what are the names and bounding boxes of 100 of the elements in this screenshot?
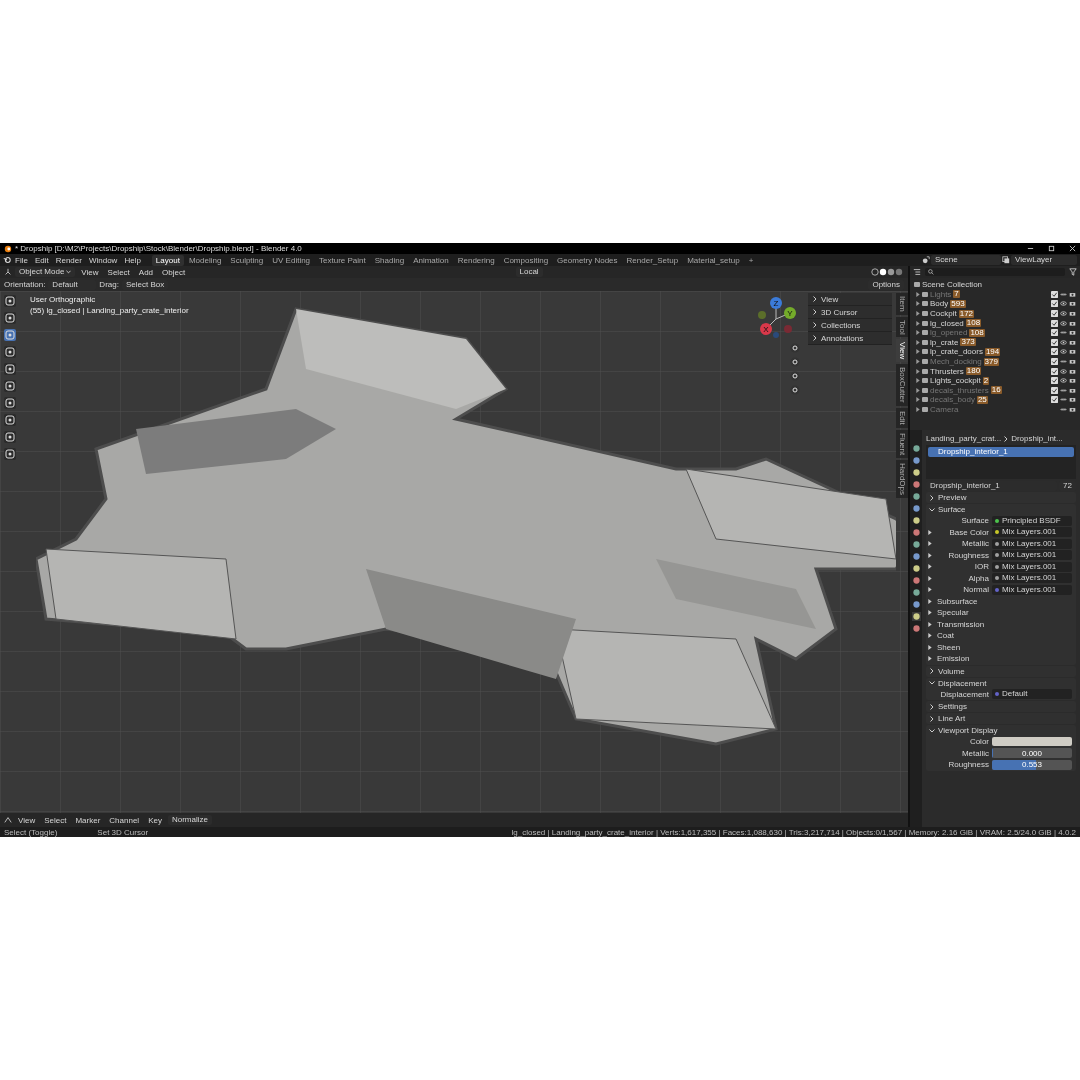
menu-item[interactable]: View <box>15 815 39 825</box>
sidebar-panel-header[interactable]: 3D Cursor <box>821 307 858 317</box>
menu-item[interactable]: Help <box>121 255 144 265</box>
sidebar-tab[interactable]: BoxCutter <box>896 364 908 407</box>
sidebar-tab[interactable]: Edit <box>896 408 908 428</box>
outliner-item[interactable]: lg_closed <box>930 318 964 328</box>
subpanel-header[interactable]: Emission <box>937 654 970 664</box>
tool-icon[interactable] <box>4 346 16 358</box>
mode-dropdown[interactable]: Object Mode <box>15 267 76 277</box>
visibility-icon[interactable] <box>1060 358 1067 366</box>
include-checkbox[interactable] <box>1051 348 1058 356</box>
expand-arrow-icon[interactable] <box>928 564 932 570</box>
include-checkbox[interactable] <box>1051 358 1058 366</box>
sidebar-tab[interactable]: Tool <box>896 316 908 338</box>
outliner-item[interactable]: Thrusters <box>930 366 964 376</box>
subpanel-header[interactable]: Subsurface <box>937 596 978 606</box>
socket-field[interactable]: Mix Layers.001 <box>992 573 1072 584</box>
panel-header[interactable]: Displacement <box>938 678 987 688</box>
editor-type-icon[interactable] <box>4 816 12 824</box>
sidebar-panel-header[interactable]: Annotations <box>821 333 864 343</box>
include-checkbox[interactable] <box>1051 300 1058 308</box>
socket-field[interactable]: Mix Layers.001 <box>992 584 1072 595</box>
tool-icon[interactable] <box>4 312 16 324</box>
camera-icon[interactable] <box>1069 300 1076 308</box>
camera-icon[interactable] <box>1069 290 1076 298</box>
subpanel-header[interactable]: Transmission <box>937 619 985 629</box>
workspace-tab[interactable]: Layout <box>151 254 184 266</box>
visibility-icon[interactable] <box>1060 348 1067 356</box>
workspace-tab[interactable]: Rendering <box>453 254 499 266</box>
scene-field[interactable]: Scene <box>931 255 1001 265</box>
menu-item[interactable]: Select <box>104 267 133 277</box>
workspace-tab[interactable]: Geometry Nodes <box>553 254 622 266</box>
camera-icon[interactable] <box>1069 377 1076 385</box>
include-checkbox[interactable] <box>1051 396 1058 404</box>
tool-icon[interactable] <box>4 431 16 443</box>
visibility-icon[interactable] <box>1060 367 1067 375</box>
menu-item[interactable]: Marker <box>72 815 104 825</box>
workspace-tab[interactable]: UV Editing <box>268 254 315 266</box>
subpanel-header[interactable]: Coat <box>937 631 954 641</box>
search-field[interactable] <box>925 268 1065 276</box>
3d-viewport[interactable]: User Orthographic (55) lg_closed | Landing_party_crate_interior Z Y X View 3D Cursor Collections Annotations Item Tool View BoxCutter Edit Fluent HardOps <box>0 291 908 813</box>
include-checkbox[interactable] <box>1051 310 1058 318</box>
tool-icon[interactable] <box>4 295 16 307</box>
close-icon[interactable] <box>1069 245 1076 252</box>
include-checkbox[interactable] <box>1051 338 1058 346</box>
workspace-tab[interactable]: Material_setup <box>683 254 744 266</box>
add-workspace-button[interactable]: + <box>744 254 758 266</box>
panel-header[interactable]: Settings <box>938 702 967 711</box>
include-checkbox[interactable] <box>1051 329 1058 337</box>
color-swatch[interactable] <box>992 737 1072 747</box>
sidebar-tab[interactable]: Fluent <box>896 429 908 459</box>
transform-orientation-dropdown[interactable]: Local <box>515 267 543 277</box>
expand-arrow-icon[interactable] <box>928 541 932 547</box>
material-slot[interactable]: Dropship_interior_1 <box>928 447 1074 457</box>
menu-item[interactable]: Channel <box>106 815 143 825</box>
menu-item[interactable]: Key <box>145 815 165 825</box>
visibility-icon[interactable] <box>1060 310 1067 318</box>
tool-icon[interactable] <box>4 380 16 392</box>
panel-header[interactable]: Surface <box>938 505 966 514</box>
menu-item[interactable]: Object <box>159 267 189 277</box>
camera-icon[interactable] <box>1069 319 1076 327</box>
menu-item[interactable]: Edit <box>31 255 52 265</box>
menu-item[interactable]: Window <box>85 255 121 265</box>
outliner-item[interactable]: Lights_cockpit <box>930 376 981 386</box>
menu-item[interactable]: Select <box>41 815 70 825</box>
camera-icon[interactable] <box>1069 348 1076 356</box>
camera-icon[interactable] <box>1069 396 1076 404</box>
display-mode-icon[interactable] <box>913 268 921 276</box>
include-checkbox[interactable] <box>1051 367 1058 375</box>
workspace-tab[interactable]: Compositing <box>499 254 553 266</box>
outliner-item[interactable]: Body <box>930 299 949 309</box>
socket-field[interactable]: Mix Layers.001 <box>992 527 1072 538</box>
panel-header[interactable]: Line Art <box>938 714 966 723</box>
menu-item[interactable]: Render <box>52 255 85 265</box>
menu-item[interactable]: Add <box>135 267 157 277</box>
tool-icon[interactable] <box>4 329 16 341</box>
include-checkbox[interactable] <box>1051 290 1058 298</box>
socket-field[interactable]: Principled BSDF <box>992 515 1072 526</box>
menu-item[interactable]: File <box>12 255 31 265</box>
navigation-gizmo[interactable]: Z Y X <box>754 295 798 339</box>
workspace-tab[interactable]: Shading <box>370 254 409 266</box>
slider-field[interactable]: 0.000 <box>992 748 1072 759</box>
expand-arrow-icon[interactable] <box>928 575 932 581</box>
panel-header[interactable]: Volume <box>938 666 965 676</box>
subpanel-header[interactable]: Specular <box>937 608 969 618</box>
sidebar-tab[interactable]: HardOps <box>896 460 908 499</box>
outliner-item[interactable]: lp_crate <box>930 337 959 347</box>
camera-icon[interactable] <box>1069 358 1076 366</box>
camera-icon[interactable] <box>1069 310 1076 318</box>
filter-icon[interactable] <box>1069 268 1077 276</box>
scene-collection-label[interactable]: Scene Collection <box>922 280 983 290</box>
include-checkbox[interactable] <box>1051 377 1058 385</box>
expand-arrow-icon[interactable] <box>928 587 932 593</box>
camera-icon[interactable] <box>1069 338 1076 346</box>
panel-header[interactable]: Viewport Display <box>938 726 998 735</box>
visibility-icon[interactable] <box>1060 329 1067 337</box>
tool-icon[interactable] <box>4 448 16 460</box>
subpanel-header[interactable]: Sheen <box>937 642 961 652</box>
camera-icon[interactable] <box>1069 406 1076 413</box>
properties-tab-icon[interactable] <box>911 612 921 621</box>
